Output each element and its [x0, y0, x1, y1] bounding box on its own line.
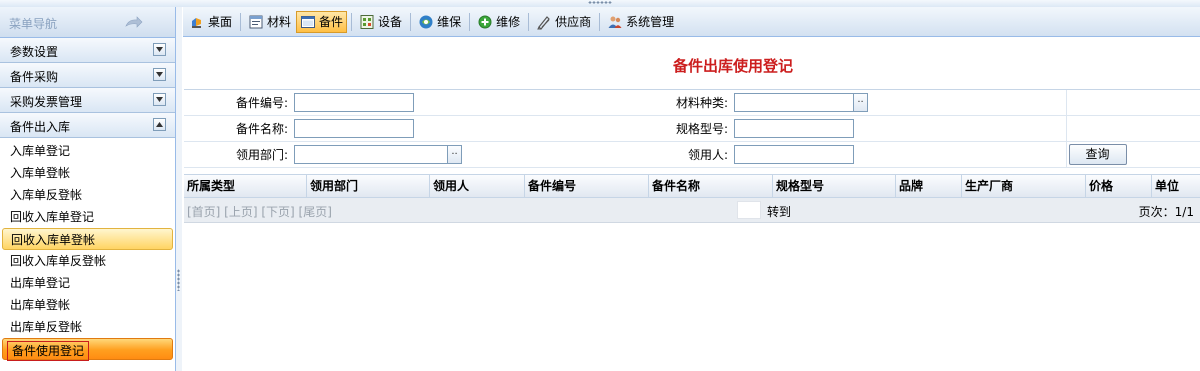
- spare-parts-icon: [301, 15, 316, 28]
- menu-item-outbound-register[interactable]: 出库单登记: [0, 272, 175, 294]
- expand-icon[interactable]: [153, 43, 166, 56]
- toolbar-repair-button[interactable]: 维修: [473, 11, 524, 33]
- column-header[interactable]: 领用部门: [307, 175, 430, 197]
- collapse-icon[interactable]: [153, 118, 166, 131]
- section-label: 备件出入库: [10, 120, 71, 134]
- collapse-arrow-icon[interactable]: [124, 15, 144, 29]
- menu-item-recycle-register[interactable]: 回收入库单登记: [0, 206, 175, 228]
- section-purchase[interactable]: 备件采购: [0, 63, 175, 88]
- menu-item-outbound-unpost[interactable]: 出库单反登帐: [0, 316, 175, 338]
- sidebar: 菜单导航 参数设置 备件采购 采购发票管理 备件出入库 入库单登记 入库单登帐 …: [0, 7, 176, 371]
- toolbar-system-admin-button[interactable]: 系统管理: [603, 11, 678, 33]
- expand-icon[interactable]: [153, 93, 166, 106]
- material-type-input[interactable]: [734, 93, 854, 112]
- toolbar-button-label: 设备: [378, 15, 403, 29]
- desktop-icon: [192, 17, 201, 28]
- menu-item-recycle-unpost[interactable]: 回收入库单反登帐: [0, 250, 175, 272]
- toolbar-equipment-button[interactable]: 设备: [355, 11, 406, 33]
- toolbar-button-label: 桌面: [208, 15, 233, 29]
- column-header[interactable]: 单位: [1152, 175, 1200, 197]
- column-header[interactable]: 价格: [1086, 175, 1152, 197]
- maintenance-icon: [419, 15, 433, 28]
- section-label: 参数设置: [10, 45, 59, 59]
- spec-input[interactable]: [734, 119, 854, 138]
- repair-icon: [478, 15, 492, 28]
- pager: [首页] [上页] [下页] [尾页] 转到 页次：1/1: [184, 198, 1200, 223]
- column-header[interactable]: 生产厂商: [962, 175, 1086, 197]
- goto-label[interactable]: 转到: [767, 203, 791, 220]
- toolbar-maintenance-button[interactable]: 维保: [414, 11, 465, 33]
- page-title: 备件出库使用登记: [672, 57, 793, 75]
- toolbar-separator: [528, 12, 530, 31]
- dept-picker-button[interactable]: ..: [447, 145, 462, 164]
- receiver-label: 领用人:: [624, 141, 734, 168]
- spec-label: 规格型号:: [624, 115, 734, 142]
- system-admin-icon: [608, 16, 622, 28]
- material-type-picker-button[interactable]: ..: [853, 93, 868, 112]
- part-no-label: 备件编号:: [184, 90, 294, 116]
- supplier-icon: [537, 15, 550, 30]
- section-invoice[interactable]: 采购发票管理: [0, 88, 175, 113]
- splitter-grip: [177, 269, 180, 291]
- column-header[interactable]: 所属类型: [184, 175, 307, 197]
- toolbar-desktop-button[interactable]: 桌面: [185, 11, 236, 33]
- query-button[interactable]: 查询: [1068, 144, 1127, 165]
- page-jump-input[interactable]: [737, 201, 761, 219]
- toolbar-button-label: 维修: [496, 15, 521, 29]
- part-no-input[interactable]: [294, 93, 414, 112]
- toolbar-supplier-button[interactable]: 供应商: [532, 11, 595, 33]
- toolbar-separator: [469, 12, 471, 31]
- toolbar-material-button[interactable]: 材料: [244, 11, 295, 33]
- stock-io-menu: 入库单登记 入库单登帐 入库单反登帐 回收入库单登记 回收入库单登帐 回收入库单…: [0, 138, 175, 361]
- expand-icon[interactable]: [153, 68, 166, 81]
- search-form: 备件编号: 材料种类: .. 备件名称: 规格型号: 领用部门: .. 领用人:…: [184, 89, 1200, 168]
- sidebar-header: 菜单导航: [0, 7, 175, 38]
- toolbar-button-label: 材料: [267, 15, 292, 29]
- grip-dots: [588, 1, 612, 4]
- column-header[interactable]: 规格型号: [773, 175, 896, 197]
- dept-label: 领用部门:: [184, 141, 294, 168]
- menu-item-inbound-post[interactable]: 入库单登帐: [0, 162, 175, 184]
- section-stock-io[interactable]: 备件出入库: [0, 113, 175, 138]
- toolbar-separator: [240, 12, 242, 31]
- receiver-input[interactable]: [734, 145, 854, 164]
- menu-item-label: 备件使用登记: [7, 341, 90, 361]
- toolbar-spare-parts-button[interactable]: 备件: [296, 10, 348, 33]
- section-params[interactable]: 参数设置: [0, 38, 175, 63]
- toolbar-button-label: 备件: [319, 15, 344, 29]
- empty-cell: [1065, 90, 1200, 116]
- toolbar-separator: [351, 12, 353, 31]
- column-header[interactable]: 品牌: [896, 175, 962, 197]
- column-header[interactable]: 备件编号: [525, 175, 649, 197]
- material-type-label: 材料种类:: [624, 90, 734, 116]
- top-splitter[interactable]: [0, 0, 1200, 7]
- toolbar: 桌面 材料 备件 设备 维保 维修 供应商 系统管理: [183, 7, 1200, 37]
- section-label: 采购发票管理: [10, 95, 83, 109]
- empty-cell: [1065, 115, 1200, 142]
- grid-header: 所属类型 领用部门 领用人 备件编号 备件名称 规格型号 品牌 生产厂商 价格 …: [184, 174, 1200, 198]
- part-name-label: 备件名称:: [184, 115, 294, 142]
- dept-input[interactable]: [294, 145, 448, 164]
- equipment-icon: [360, 14, 374, 29]
- menu-item-recycle-post[interactable]: 回收入库单登帐: [2, 228, 173, 250]
- column-header[interactable]: 备件名称: [649, 175, 773, 197]
- section-label: 备件采购: [10, 70, 59, 84]
- toolbar-button-label: 供应商: [555, 15, 592, 29]
- menu-item-parts-usage[interactable]: 备件使用登记: [2, 338, 173, 361]
- page-info: 页次：1/1: [1138, 205, 1194, 219]
- toolbar-separator: [599, 12, 601, 31]
- column-header[interactable]: 领用人: [430, 175, 525, 197]
- toolbar-separator: [410, 12, 412, 31]
- sidebar-title: 菜单导航: [9, 17, 58, 31]
- part-name-input[interactable]: [294, 119, 414, 138]
- toolbar-button-label: 维保: [437, 15, 462, 29]
- pager-nav-links[interactable]: [首页] [上页] [下页] [尾页]: [187, 203, 332, 220]
- menu-item-outbound-post[interactable]: 出库单登帐: [0, 294, 175, 316]
- menu-item-inbound-register[interactable]: 入库单登记: [0, 140, 175, 162]
- toolbar-button-label: 系统管理: [626, 15, 675, 29]
- material-icon: [249, 15, 263, 28]
- menu-item-inbound-unpost[interactable]: 入库单反登帐: [0, 184, 175, 206]
- main-panel: 桌面 材料 备件 设备 维保 维修 供应商 系统管理 备件出库使用登记 备件编号…: [183, 7, 1200, 371]
- sidebar-splitter[interactable]: [176, 7, 182, 371]
